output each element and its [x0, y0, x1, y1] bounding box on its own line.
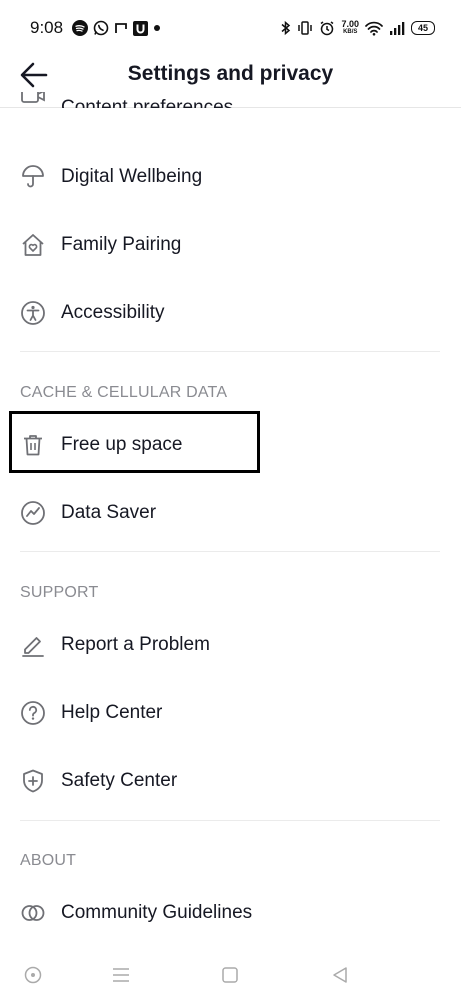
notification-icons: [72, 19, 161, 37]
alarm-icon: [321, 21, 334, 36]
divider: [20, 351, 440, 352]
highlight-box: [9, 411, 260, 473]
divider: [20, 820, 440, 821]
section-header-support: SUPPORT: [20, 584, 99, 601]
pencil-icon: [22, 637, 44, 657]
vibrate-icon: [298, 21, 313, 35]
list-item-label: Safety Center: [61, 770, 178, 791]
status-bar: 9:08 7.00 KB/S 45: [0, 0, 461, 56]
list-item-label: Accessibility: [61, 302, 165, 323]
list-item-label: Family Pairing: [61, 234, 182, 255]
list-item-help-center[interactable]: Help Center: [0, 683, 461, 743]
dot-icon: [154, 25, 160, 31]
question-circle-icon: [21, 701, 45, 725]
umbrella-icon: [22, 165, 44, 188]
list-item-label: Help Center: [61, 702, 163, 723]
signal-icon: [390, 22, 405, 35]
list-item-label: Digital Wellbeing: [61, 166, 203, 187]
list-item-family-pairing[interactable]: Family Pairing: [0, 215, 461, 275]
shield-icon: [23, 769, 43, 793]
speed-unit: KB/S: [343, 29, 358, 35]
list-item-safety-center[interactable]: Safety Center: [0, 751, 461, 811]
video-icon: [21, 92, 45, 103]
system-nav-bar: [0, 950, 461, 1000]
menu-nav-icon[interactable]: [110, 964, 132, 986]
bracket-icon: [115, 23, 127, 33]
list-item-digital-wellbeing[interactable]: Digital Wellbeing: [0, 147, 461, 207]
bluetooth-icon: [281, 20, 291, 36]
list-item-report-a-problem[interactable]: Report a Problem: [0, 615, 461, 675]
page-title: Settings and privacy: [127, 62, 334, 85]
list-item-community-guidelines[interactable]: Community Guidelines: [0, 883, 461, 943]
accessibility-icon: [21, 301, 45, 325]
wifi-icon: [365, 21, 383, 36]
back-nav-icon[interactable]: [329, 964, 351, 986]
list-item-accessibility[interactable]: Accessibility: [0, 283, 461, 343]
section-header-cache: CACHE & CELLULAR DATA: [20, 384, 228, 401]
rings-icon: [21, 905, 45, 921]
battery-indicator: 45: [411, 21, 435, 35]
list-item-label: Data Saver: [61, 502, 157, 523]
system-icons: 7.00 KB/S 45: [281, 17, 435, 39]
assistant-nav-icon[interactable]: [22, 964, 44, 986]
whatsapp-icon: [93, 20, 109, 36]
u-app-icon: [133, 20, 148, 36]
status-time: 9:08: [30, 18, 64, 37]
divider: [20, 551, 440, 552]
home-nav-icon[interactable]: [219, 964, 241, 986]
network-speed: 7.00 KB/S: [341, 20, 359, 36]
speed-value: 7.00: [341, 19, 359, 29]
list-item-label: Community Guidelines: [61, 902, 253, 923]
data-saver-icon: [21, 501, 45, 525]
spotify-icon: [72, 20, 88, 36]
list-item-data-saver[interactable]: Data Saver: [0, 483, 461, 543]
section-header-about: ABOUT: [20, 852, 77, 869]
list-item-label: Content preferences: [61, 97, 234, 108]
list-item-label: Report a Problem: [61, 634, 210, 655]
home-heart-icon: [22, 234, 44, 256]
list-item-content-preferences[interactable]: Content preferences: [0, 92, 461, 108]
